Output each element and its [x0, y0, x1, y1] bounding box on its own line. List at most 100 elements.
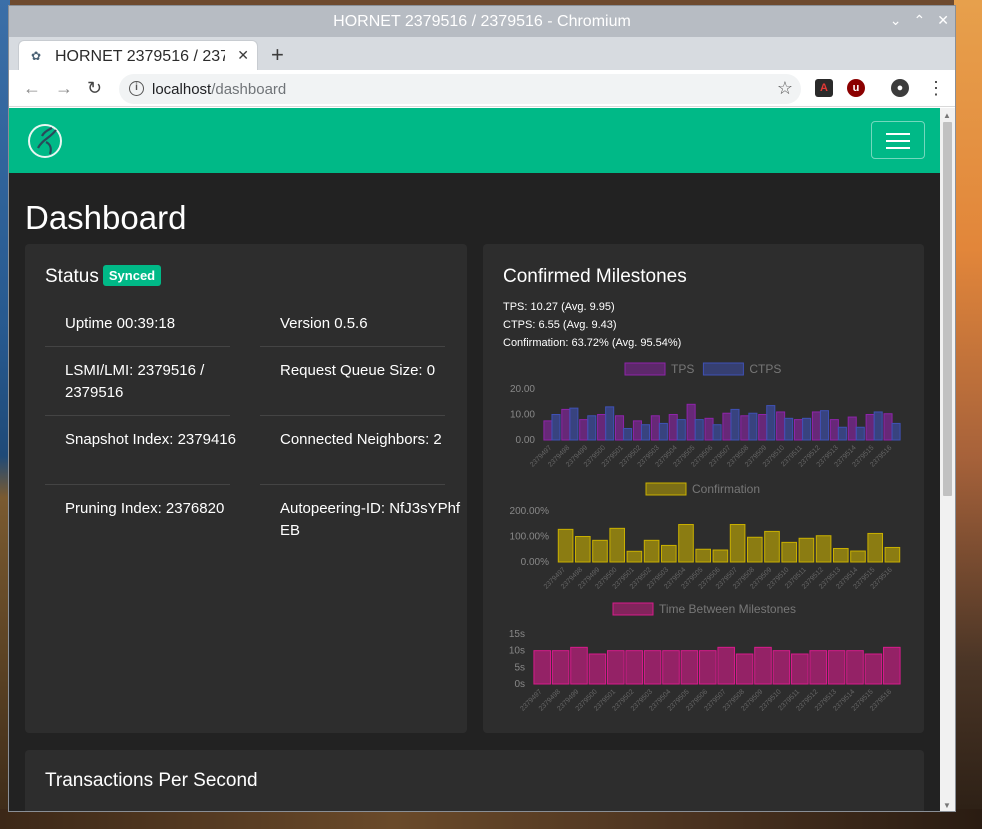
bar-time-between-milestones [607, 650, 625, 685]
bar-confirmation [574, 536, 591, 563]
bar-time-between-milestones [883, 646, 901, 685]
stat-uptime: Uptime 00:39:18 [65, 315, 176, 332]
bar-time-between-milestones [717, 646, 735, 685]
bar-tps [561, 408, 571, 441]
scrollbar-thumb[interactable] [943, 122, 952, 496]
bar-ctps [587, 415, 597, 441]
y-tick-label: 0s [514, 679, 525, 690]
stat-request-queue: Request Queue Size: 0 [280, 362, 436, 379]
bar-ctps [819, 410, 830, 441]
menu-dots-icon[interactable]: ⋮ [927, 78, 945, 99]
bar-tps [704, 417, 714, 441]
legend-swatch-1 [702, 362, 744, 376]
address-url[interactable]: localhost/dashboard [152, 81, 286, 98]
bar-confirmation [626, 550, 643, 563]
legend-label-0: Time Between Milestones [659, 602, 796, 616]
bar-tps [865, 414, 875, 441]
bar-time-between-milestones [570, 646, 588, 685]
scroll-up-icon[interactable]: ▲ [943, 111, 951, 120]
bar-time-between-milestones [643, 650, 662, 685]
bar-tps [811, 411, 821, 441]
site-info-icon[interactable]: i [129, 81, 144, 96]
scroll-down-icon[interactable]: ▼ [943, 801, 951, 810]
y-tick-label: 200.00% [510, 506, 550, 517]
desktop-background-right [954, 0, 982, 829]
bar-confirmation [884, 546, 901, 563]
page-scrollbar[interactable]: ▲ ▼ [940, 108, 955, 811]
y-tick-label: 0.00 [516, 435, 536, 446]
page-title: Dashboard [25, 199, 187, 236]
bar-ctps [694, 419, 704, 441]
window-titlebar[interactable]: HORNET 2379516 / 2379516 - Chromium ⌄ ⌃ … [9, 6, 955, 37]
confirmation-chart: Confirmation200.00%100.00%0.00%237949723… [510, 482, 901, 591]
milestones-heading: Confirmed Milestones [503, 266, 687, 287]
maximize-icon[interactable]: ⌃ [914, 12, 926, 29]
tps-card: Transactions Per Second [25, 750, 924, 811]
menu-toggle-button[interactable] [871, 121, 925, 159]
bar-tps [776, 411, 786, 441]
bar-confirmation [832, 547, 849, 563]
bar-time-between-milestones [772, 650, 791, 685]
bar-ctps [730, 408, 740, 441]
bar-tps [793, 419, 804, 441]
bar-tps [579, 419, 589, 441]
address-bar[interactable]: i localhost/dashboard ☆ [119, 74, 801, 104]
y-tick-label: 20.00 [510, 384, 535, 395]
bar-confirmation [798, 537, 815, 563]
browser-toolbar: ← → ↻ i localhost/dashboard ☆ A u ● ⋮ [9, 70, 955, 107]
tps-metric: TPS: 10.27 (Avg. 9.95) [503, 301, 615, 313]
bar-ctps [891, 422, 901, 441]
reload-icon[interactable]: ↻ [87, 78, 102, 99]
hornet-logo-icon[interactable] [26, 122, 64, 160]
stat-connected-neighbors: Connected Neighbors: 2 [280, 431, 442, 448]
bar-ctps [802, 417, 812, 441]
status-heading: Status Synced [45, 265, 162, 288]
extension-icon[interactable]: A [815, 79, 833, 97]
bar-confirmation [746, 536, 763, 563]
new-tab-icon[interactable]: + [271, 42, 284, 68]
tab-close-icon[interactable]: ✕ [237, 47, 249, 64]
bar-time-between-milestones [754, 646, 772, 685]
bar-time-between-milestones [699, 650, 717, 685]
divider [260, 346, 445, 347]
bar-tps [722, 412, 732, 441]
y-tick-label: 5s [514, 662, 525, 673]
bar-time-between-milestones [680, 650, 699, 685]
bar-ctps [712, 424, 722, 441]
bar-ctps [748, 412, 758, 441]
bar-confirmation [764, 530, 780, 563]
bar-ctps [551, 414, 561, 441]
bar-time-between-milestones [809, 650, 827, 685]
profile-icon[interactable]: ● [891, 79, 909, 97]
back-icon[interactable]: ← [23, 78, 41, 99]
bar-tps [740, 415, 750, 441]
bookmark-star-icon[interactable]: ☆ [777, 78, 793, 99]
bar-ctps [766, 405, 776, 441]
browser-tab[interactable]: ✿ HORNET 2379516 / 2379516 ✕ [18, 40, 258, 70]
tab-strip: ✿ HORNET 2379516 / 2379516 ✕ + [9, 37, 955, 70]
tps-ctps-chart: TPS CTPS20.0010.000.002379497237949823794… [510, 362, 901, 469]
bar-tps [632, 420, 642, 441]
bar-ctps [605, 406, 615, 441]
bar-confirmation [678, 524, 694, 563]
ublock-icon[interactable]: u [847, 79, 865, 97]
bar-tps [543, 420, 553, 441]
minimize-icon[interactable]: ⌄ [890, 12, 902, 29]
bar-time-between-milestones [551, 650, 570, 685]
hornet-favicon-icon: ✿ [31, 49, 42, 63]
ctps-metric: CTPS: 6.55 (Avg. 9.43) [503, 319, 617, 331]
bar-confirmation [867, 532, 884, 563]
divider [260, 415, 445, 416]
y-tick-label: 10.00 [510, 410, 535, 421]
bar-tps [668, 414, 678, 441]
legend-label-0: Confirmation [692, 482, 760, 496]
stat-snapshot-index: Snapshot Index: 2379416 [65, 431, 236, 448]
divider [45, 484, 230, 485]
window-title: HORNET 2379516 / 2379516 - Chromium [333, 13, 631, 30]
close-icon[interactable]: ✕ [937, 12, 949, 29]
forward-icon[interactable]: → [55, 78, 73, 99]
milestones-card: Confirmed Milestones TPS: 10.27 (Avg. 9.… [483, 244, 924, 733]
bar-ctps [623, 428, 633, 441]
bar-ctps [569, 407, 579, 441]
bar-tps [614, 415, 625, 441]
